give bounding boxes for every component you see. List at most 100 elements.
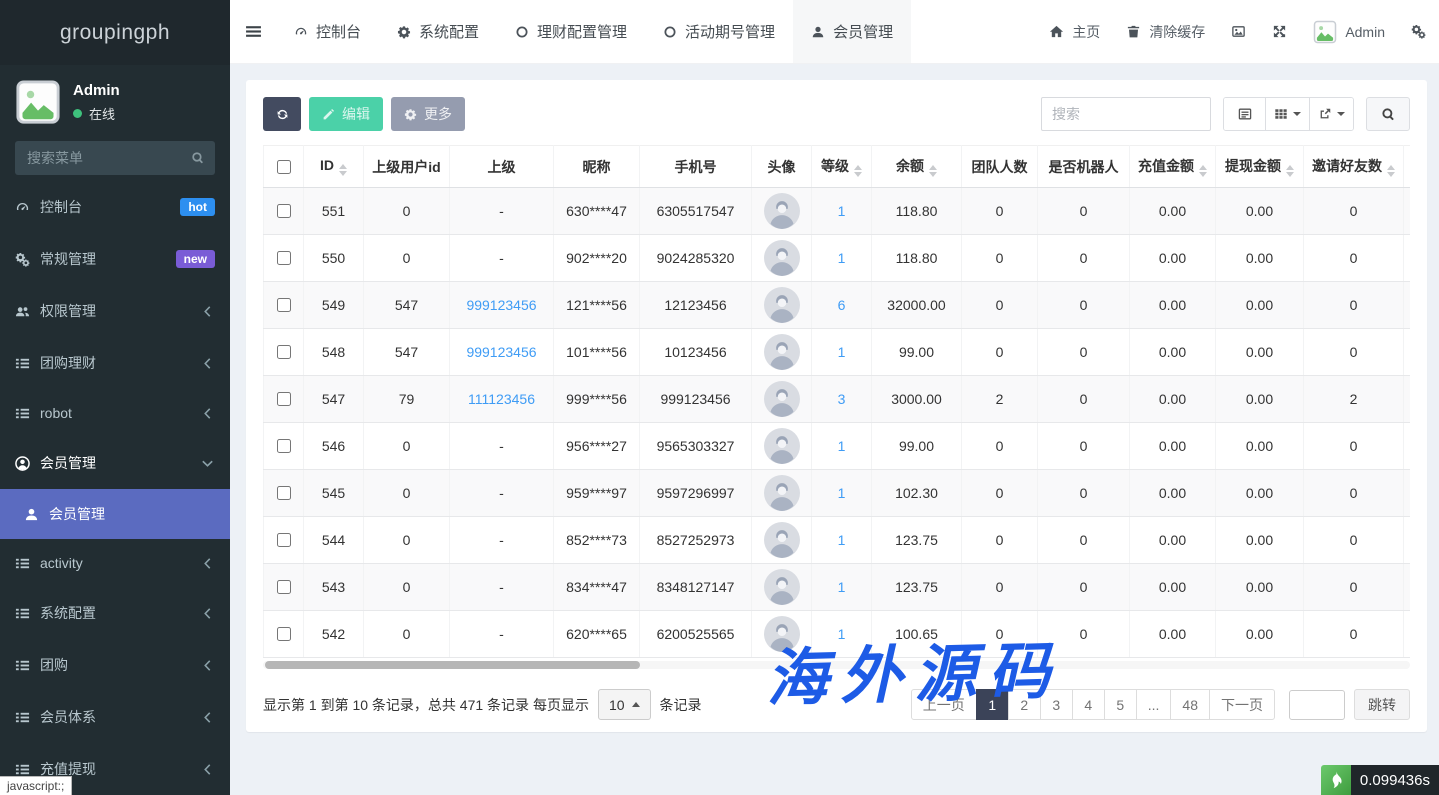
level-link[interactable]: 6 — [838, 297, 846, 313]
column-header-提现金额[interactable]: 提现金额 — [1216, 146, 1304, 188]
level-link[interactable]: 1 — [838, 250, 846, 266]
page-button-3[interactable]: 3 — [1040, 689, 1073, 720]
column-header-label: 充值金额 — [1138, 158, 1194, 174]
row-checkbox[interactable] — [277, 251, 291, 265]
level-link[interactable]: 1 — [838, 626, 846, 642]
sidebar-item-permissions[interactable]: 权限管理 — [0, 285, 230, 337]
parent-link[interactable]: 111123456 — [468, 391, 535, 407]
column-header-label: 余额 — [896, 158, 924, 174]
refresh-button[interactable] — [263, 97, 301, 131]
nav-action-clear-cache[interactable]: 清除缓存 — [1113, 0, 1218, 63]
sort-arrows-icon[interactable] — [1199, 165, 1207, 177]
parent-link[interactable]: 999123456 — [466, 297, 536, 313]
nav-action-image[interactable] — [1218, 0, 1259, 63]
select-all-checkbox[interactable] — [277, 160, 291, 174]
nav-action-home[interactable]: 主页 — [1036, 0, 1113, 63]
level-link[interactable]: 1 — [838, 485, 846, 501]
page-button-下一页[interactable]: 下一页 — [1209, 689, 1275, 720]
page-button-1[interactable]: 1 — [976, 689, 1009, 720]
level-link[interactable]: 1 — [838, 344, 846, 360]
row-checkbox[interactable] — [277, 392, 291, 406]
sidebar-item-member-manage[interactable]: 会员管理 — [0, 489, 230, 539]
column-header-余额[interactable]: 余额 — [872, 146, 962, 188]
level-link[interactable]: 1 — [838, 438, 846, 454]
export-dropdown-button[interactable] — [1310, 98, 1353, 130]
user-avatar-icon[interactable] — [764, 569, 800, 605]
nav-tab-members[interactable]: 会员管理 — [793, 0, 911, 63]
user-avatar-icon[interactable] — [764, 193, 800, 229]
sidebar-item-activity[interactable]: activity — [0, 539, 230, 587]
cell-robot: 0 — [1038, 329, 1130, 376]
page-button-4[interactable]: 4 — [1072, 689, 1105, 720]
cell-nickname: 959****97 — [554, 470, 640, 517]
sort-arrows-icon[interactable] — [1286, 165, 1294, 177]
sidebar-item-group-finance[interactable]: 团购理财 — [0, 337, 230, 389]
page-size-dropdown[interactable]: 10 — [598, 689, 651, 720]
thinkphp-logo-icon[interactable] — [1321, 765, 1351, 795]
column-header-等级[interactable]: 等级 — [812, 146, 872, 188]
level-link[interactable]: 1 — [838, 532, 846, 548]
level-link[interactable]: 3 — [838, 391, 846, 407]
user-avatar-icon[interactable] — [764, 287, 800, 323]
user-avatar-icon[interactable] — [764, 522, 800, 558]
table-search-input[interactable] — [1041, 97, 1211, 131]
nav-tab-system-config[interactable]: 系统配置 — [379, 0, 497, 63]
page-button-5[interactable]: 5 — [1104, 689, 1137, 720]
app-logo[interactable]: groupingph — [0, 0, 230, 65]
row-checkbox[interactable] — [277, 439, 291, 453]
user-avatar-icon[interactable] — [764, 616, 800, 652]
sort-arrows-icon[interactable] — [1387, 165, 1395, 177]
page-button-2[interactable]: 2 — [1008, 689, 1041, 720]
cell-id: 548 — [304, 329, 364, 376]
nav-action-fullscreen[interactable] — [1259, 0, 1300, 63]
row-checkbox[interactable] — [277, 580, 291, 594]
page-button-48[interactable]: 48 — [1170, 689, 1210, 720]
sidebar-item-dashboard[interactable]: 控制台hot — [0, 181, 230, 233]
user-avatar-icon[interactable] — [764, 240, 800, 276]
columns-dropdown-button[interactable] — [1266, 98, 1310, 130]
sidebar-item-robot[interactable]: robot — [0, 389, 230, 437]
more-button[interactable]: 更多 — [391, 97, 465, 131]
row-checkbox[interactable] — [277, 486, 291, 500]
row-checkbox[interactable] — [277, 204, 291, 218]
level-link[interactable]: 1 — [838, 579, 846, 595]
cell-robot: 0 — [1038, 423, 1130, 470]
nav-tab-activity-period[interactable]: 活动期号管理 — [645, 0, 793, 63]
column-header-充值金额[interactable]: 充值金额 — [1130, 146, 1216, 188]
level-link[interactable]: 1 — [838, 203, 846, 219]
sidebar-item-system-config[interactable]: 系统配置 — [0, 587, 230, 639]
sidebar-search-input[interactable] — [15, 141, 215, 175]
sort-arrows-icon[interactable] — [929, 165, 937, 177]
column-header-ID[interactable]: ID — [304, 146, 364, 188]
sidebar-toggle-button[interactable] — [230, 0, 276, 63]
sort-arrows-icon[interactable] — [854, 165, 862, 177]
row-checkbox[interactable] — [277, 533, 291, 547]
column-header-邀请好友数[interactable]: 邀请好友数 — [1304, 146, 1404, 188]
horizontal-scrollbar[interactable] — [263, 661, 1410, 669]
sort-arrows-icon[interactable] — [339, 164, 347, 176]
row-checkbox[interactable] — [277, 298, 291, 312]
sidebar-item-general-manage[interactable]: 常规管理new — [0, 233, 230, 285]
user-avatar-icon[interactable] — [764, 428, 800, 464]
user-avatar-icon[interactable] — [764, 475, 800, 511]
user-avatar-icon[interactable] — [764, 381, 800, 417]
row-checkbox[interactable] — [277, 627, 291, 641]
row-checkbox[interactable] — [277, 345, 291, 359]
nav-tab-finance-config[interactable]: 理财配置管理 — [497, 0, 645, 63]
toggle-detail-view-button[interactable] — [1224, 98, 1266, 130]
page-button-...[interactable]: ... — [1136, 689, 1172, 720]
nav-action-user[interactable]: Admin — [1300, 0, 1398, 63]
search-submit-button[interactable] — [1366, 97, 1410, 131]
parent-link[interactable]: 999123456 — [466, 344, 536, 360]
edit-button[interactable]: 编辑 — [309, 97, 383, 131]
nav-tab-dashboard[interactable]: 控制台 — [276, 0, 379, 63]
sidebar-item-member-system[interactable]: 会员体系 — [0, 691, 230, 743]
sidebar-item-group-buy[interactable]: 团购 — [0, 639, 230, 691]
jump-button[interactable]: 跳转 — [1354, 689, 1410, 720]
horizontal-scrollbar-thumb[interactable] — [265, 661, 640, 669]
page-button-上一页[interactable]: 上一页 — [911, 689, 977, 720]
user-avatar-icon[interactable] — [764, 334, 800, 370]
nav-action-settings[interactable] — [1398, 0, 1439, 63]
jump-page-input[interactable] — [1289, 690, 1345, 720]
sidebar-item-members[interactable]: 会员管理 — [0, 437, 230, 489]
